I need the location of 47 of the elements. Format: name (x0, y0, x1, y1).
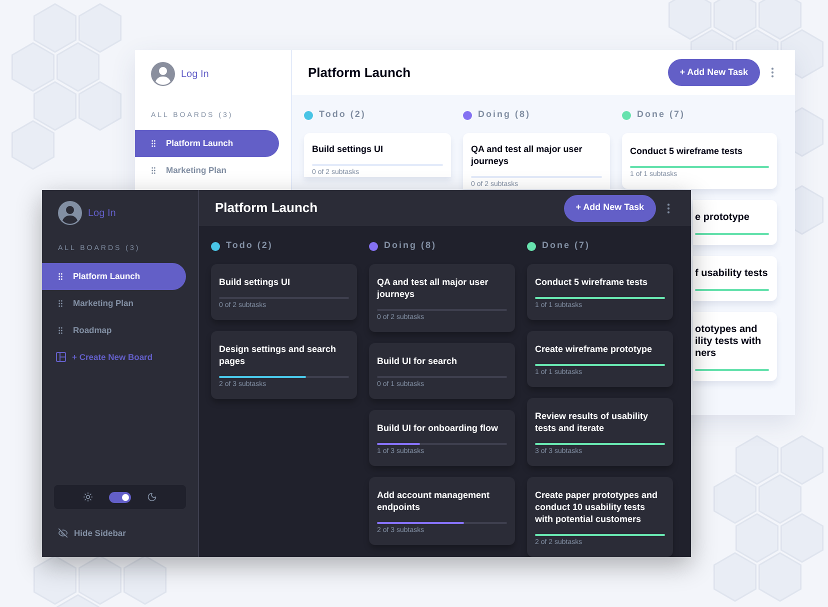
grip-icon (149, 166, 158, 174)
column-heading: Doing (8) (384, 239, 436, 252)
board-title: Platform Launch (308, 64, 412, 82)
user-avatar-icon (151, 62, 175, 86)
theme-toggle[interactable] (109, 492, 131, 502)
column-heading: Done (7) (542, 239, 590, 252)
task-title: QA and test all major user journeys (377, 276, 490, 300)
task-card[interactable]: f usability tests (693, 256, 777, 301)
board-nav-item[interactable]: Marketing Plan (42, 290, 186, 316)
grip-icon (56, 298, 65, 308)
grip-icon (56, 326, 65, 334)
task-title: Conduct 5 wireframe tests (630, 145, 744, 157)
add-task-button[interactable]: + Add New Task (564, 194, 656, 222)
hidden-eye-icon (58, 528, 68, 538)
task-title: Create paper prototypes and conduct 10 usability tests with potential customers (535, 489, 659, 525)
grip-icon (149, 138, 158, 148)
task-title: f usability tests (695, 268, 769, 280)
task-title: Review results of usability tests and iterate (535, 410, 650, 434)
board-icon (56, 352, 66, 362)
task-title: Design settings and search pages (219, 343, 338, 367)
grip-icon (56, 272, 65, 280)
task-card[interactable]: e prototype (693, 200, 777, 245)
task-title: Build UI for search (377, 355, 458, 367)
board-nav-item[interactable]: Roadmap (42, 316, 186, 344)
column-heading: Todo (2) (226, 239, 273, 252)
board-title: Platform Launch (215, 199, 319, 218)
task-title: ototypes and ility tests with ners (695, 324, 762, 360)
hide-sidebar-button[interactable]: Hide Sidebar (42, 519, 198, 547)
column-heading: Todo (2) (319, 108, 366, 122)
board-nav-item[interactable]: Platform Launch (42, 262, 186, 290)
task-title: Create wireframe prototype (535, 343, 654, 355)
column-heading: Doing (8) (478, 108, 530, 122)
board-nav-item[interactable]: Platform Launch (135, 130, 279, 156)
sun-icon (83, 492, 93, 502)
login-link[interactable]: Log In (181, 66, 209, 82)
task-title: Build settings UI (219, 276, 292, 288)
user-avatar-icon (58, 201, 82, 225)
task-title: Build settings UI (312, 143, 384, 155)
task-title: e prototype (695, 212, 750, 224)
task-title: QA and test all major user journeys (471, 143, 584, 167)
task-title: Build UI for onboarding flow (377, 422, 499, 434)
moon-icon (147, 492, 157, 502)
add-task-button[interactable]: + Add New Task (668, 59, 760, 86)
task-title: Add account management endpoints (377, 489, 491, 513)
column-heading: Done (7) (637, 108, 685, 122)
task-card[interactable]: ototypes and ility tests with ners (693, 312, 777, 381)
task-title: Conduct 5 wireframe tests (535, 276, 649, 288)
